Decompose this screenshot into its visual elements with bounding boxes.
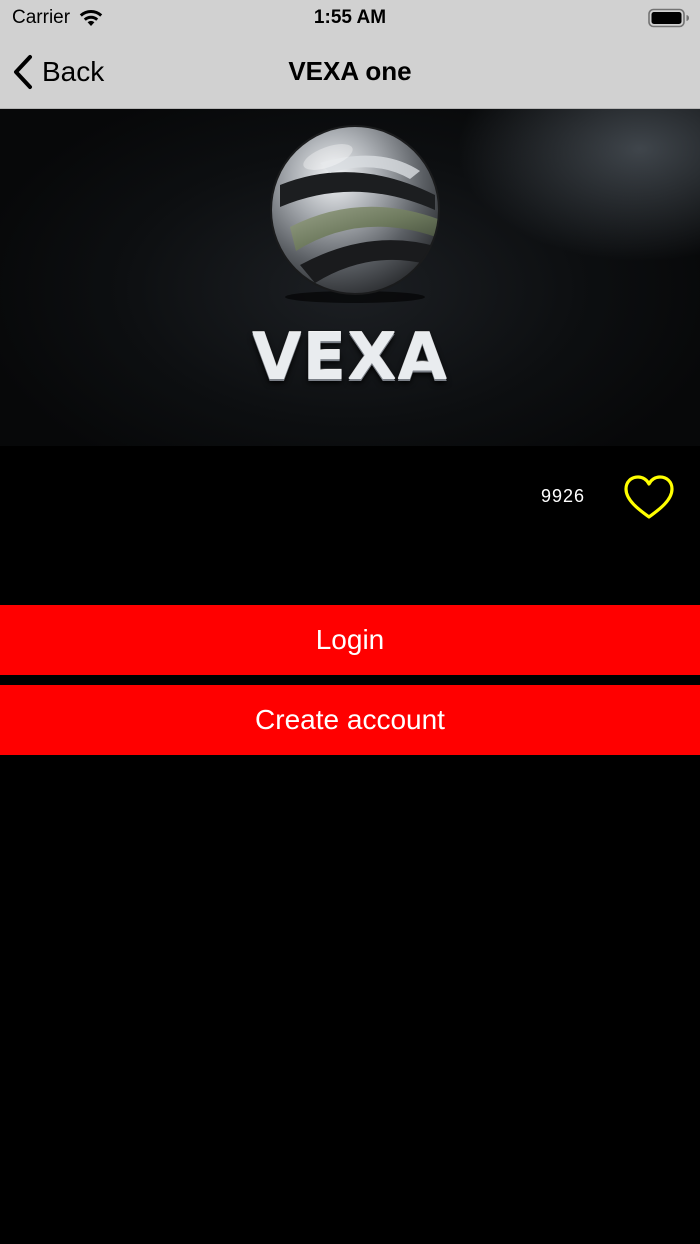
like-count: 9926 [540,486,586,506]
battery-icon [648,8,690,33]
brand-wordmark: VEXA [251,321,449,395]
vexa-sphere-logo-icon [270,125,440,303]
hero-banner: VEXA [0,109,700,446]
like-button[interactable] [620,472,678,524]
login-button[interactable]: Login [0,605,700,675]
create-account-button[interactable]: Create account [0,685,700,755]
status-bar: Carrier 1:55 AM [0,0,700,36]
heart-outline-icon [624,475,674,519]
navigation-bar: Back VEXA one [0,36,700,109]
login-label: Login [315,624,385,655]
status-time: 1:55 AM [313,7,387,28]
page-title: VEXA one [288,56,412,86]
create-account-label: Create account [255,704,445,735]
